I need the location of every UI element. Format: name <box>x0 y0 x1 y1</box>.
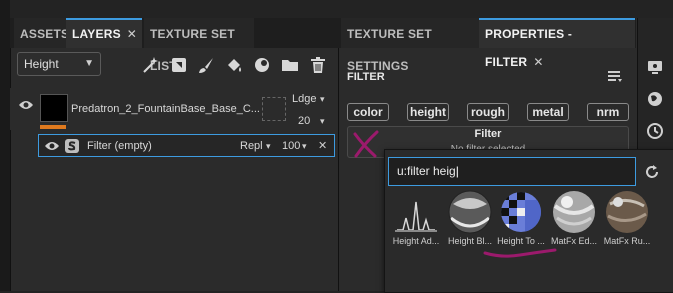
shelf-search-value: u:filter heig <box>397 164 456 178</box>
environment-icon[interactable] <box>646 90 664 108</box>
result-label: Height To ... <box>497 236 545 246</box>
close-icon[interactable]: ✕ <box>127 27 137 41</box>
layer-color-bar <box>40 125 66 129</box>
chevron-down-icon: ▼ <box>84 58 94 69</box>
eye-icon[interactable] <box>44 140 60 152</box>
chevron-down-icon: ▾ <box>302 141 307 151</box>
folder-icon[interactable] <box>281 56 299 74</box>
chip-metal[interactable]: metal <box>527 103 569 121</box>
layer-blend-mode[interactable]: Ldge <box>292 93 316 105</box>
result-label: MatFx Ed... <box>550 236 597 246</box>
chip-height[interactable]: height <box>407 103 449 121</box>
filter-blend-mode[interactable]: Repl <box>240 140 263 152</box>
viewport-edge <box>0 0 10 291</box>
paint-bucket-icon[interactable] <box>225 56 243 74</box>
tab-layers-label: LAYERS <box>72 27 121 41</box>
chip-rough[interactable]: rough <box>467 103 509 121</box>
layer-thumbnail[interactable] <box>40 94 68 122</box>
remove-filter-icon[interactable]: ✕ <box>318 139 327 152</box>
trash-icon[interactable] <box>309 56 327 74</box>
close-icon[interactable]: ✕ <box>533 55 543 69</box>
filter-slot-title: Filter <box>474 128 502 140</box>
add-fill-layer-icon[interactable] <box>170 56 188 74</box>
result-label: Height Bl... <box>447 236 493 246</box>
annotation-x-mark <box>353 130 379 158</box>
tab-assets-label: ASSETS <box>20 27 70 41</box>
result-label: Height Ad... <box>392 236 440 246</box>
chevron-down-icon: ▾ <box>320 116 325 126</box>
magic-wand-icon[interactable] <box>141 56 159 74</box>
history-icon[interactable] <box>646 122 664 140</box>
eye-icon[interactable] <box>18 99 34 111</box>
tab-properties-filter[interactable]: PROPERTIES - FILTER ✕ <box>479 18 635 69</box>
chevron-down-icon: ▾ <box>266 141 271 151</box>
chevron-down-icon: ▾ <box>320 94 325 104</box>
layer-name: Predatron_2_FountainBase_Base_C... <box>71 103 259 115</box>
shelf-search-input[interactable]: u:filter heig| <box>388 157 636 186</box>
chip-color[interactable]: color <box>347 103 389 121</box>
list-menu-icon[interactable] <box>607 69 623 83</box>
tab-layers[interactable]: LAYERS ✕ <box>66 18 142 48</box>
result-label: MatFx Ru... <box>603 236 651 246</box>
chip-nrm[interactable]: nrm <box>587 103 629 121</box>
layer-mask-slot[interactable] <box>262 97 286 121</box>
filter-layer-label: Filter (empty) <box>87 140 152 152</box>
refresh-icon[interactable] <box>643 163 661 181</box>
channel-select-value: Height <box>24 57 59 71</box>
add-effect-icon[interactable] <box>253 56 271 74</box>
filter-icon <box>65 139 79 153</box>
layer-opacity[interactable]: 20 <box>298 115 310 127</box>
paint-brush-icon[interactable] <box>197 56 215 74</box>
display-settings-icon[interactable] <box>646 58 664 76</box>
channel-select[interactable]: Height ▼ <box>17 52 101 76</box>
tab-texture-set-settings[interactable]: TEXTURE SET SETTINGS <box>341 18 479 73</box>
filter-opacity[interactable]: 100 <box>282 140 300 152</box>
tab-texture-set-list[interactable]: TEXTURE SET LIST <box>144 18 254 73</box>
section-title: FILTER <box>347 71 385 83</box>
tab-assets[interactable]: ASSETS <box>14 18 70 48</box>
